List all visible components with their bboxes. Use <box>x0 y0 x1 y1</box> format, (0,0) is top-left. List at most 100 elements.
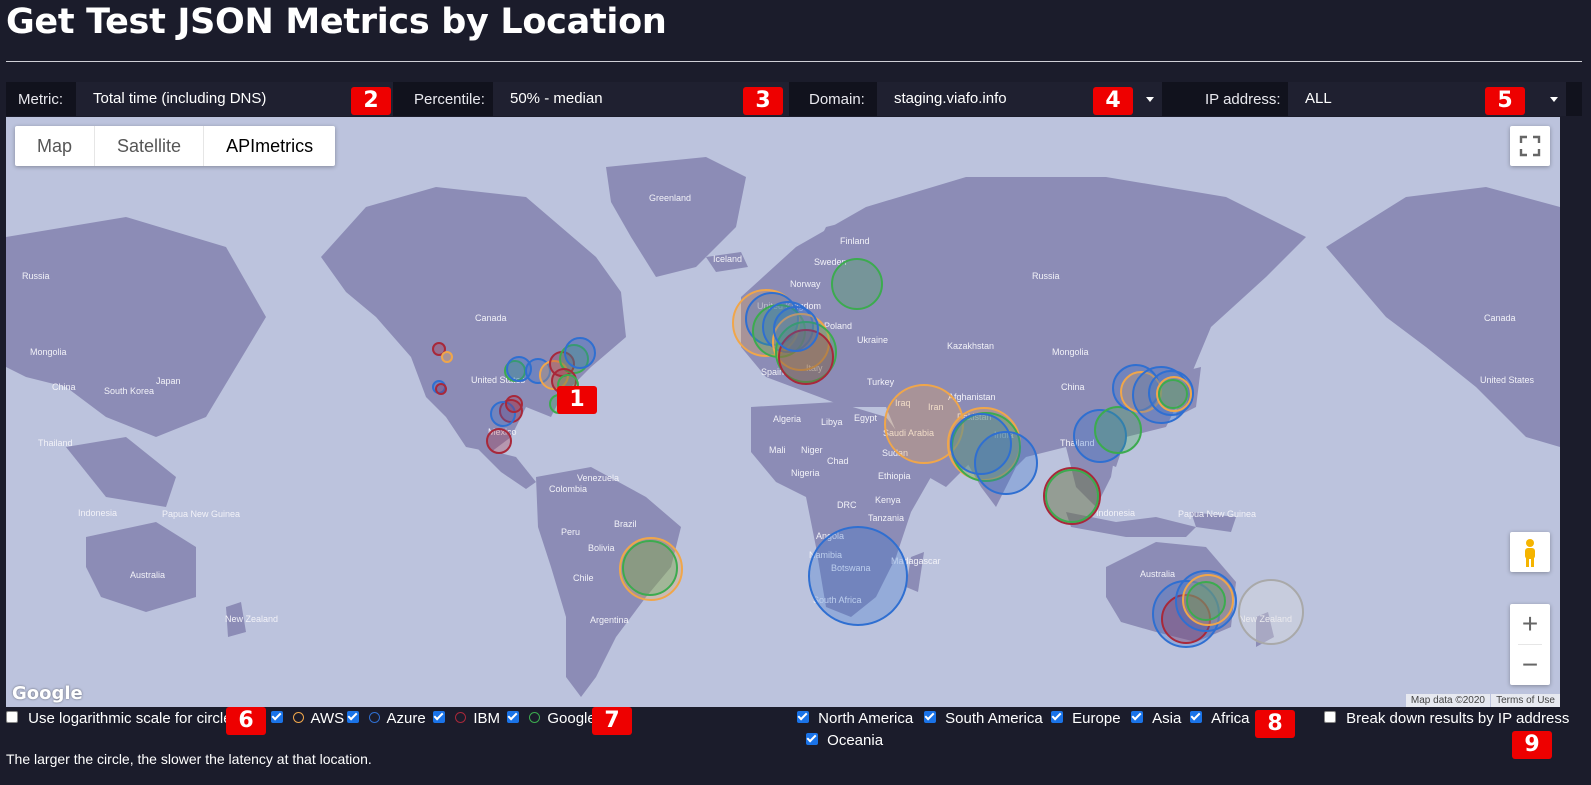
annotation-badge: 5 <box>1485 87 1525 115</box>
annotation-badge: 6 <box>226 707 266 735</box>
annotation-badge: 9 <box>1512 731 1552 759</box>
country-label: Australia <box>1140 569 1175 579</box>
aws-ring-icon <box>293 711 305 723</box>
region-north-america-label: North America <box>818 710 914 727</box>
pegman-icon <box>1525 539 1535 567</box>
provider-google-label: Google <box>547 710 596 727</box>
region-europe-label: Europe <box>1072 710 1121 727</box>
metric-select[interactable]: Total time (including DNS) <box>76 82 393 116</box>
country-label: Chile <box>573 573 594 583</box>
zoom-out-button[interactable]: − <box>1510 645 1550 685</box>
map-type-map[interactable]: Map <box>15 126 94 166</box>
latency-circle <box>808 526 908 626</box>
country-label: Colombia <box>549 484 587 494</box>
country-label: Brazil <box>614 519 637 529</box>
country-label: South Korea <box>104 386 154 396</box>
region-south-america-label: South America <box>945 710 1043 727</box>
ip-address-label: IP address: <box>1205 91 1281 108</box>
country-label: Ukraine <box>857 335 888 345</box>
land-central-america <box>476 447 536 489</box>
country-label: Australia <box>130 570 165 580</box>
region-africa-checkbox[interactable] <box>1190 711 1202 724</box>
country-label: DRC <box>837 500 857 510</box>
country-label: United States <box>1480 375 1535 385</box>
metric-label: Metric: <box>18 91 63 108</box>
country-label: Tanzania <box>868 513 904 523</box>
region-europe-checkbox[interactable] <box>1051 711 1063 724</box>
chevron-down-icon <box>1550 97 1558 102</box>
provider-aws-checkbox[interactable] <box>271 711 283 724</box>
filter-bar: Metric: Total time (including DNS) Perce… <box>6 82 1582 116</box>
google-ring-icon <box>529 711 541 723</box>
provider-azure-option: Azure <box>347 710 426 727</box>
country-label: Iceland <box>713 254 742 264</box>
fullscreen-button[interactable] <box>1510 126 1550 166</box>
log-scale-checkbox[interactable] <box>6 711 18 724</box>
google-logo: Google <box>12 683 83 704</box>
region-north-america-option: North America <box>797 710 913 727</box>
latency-circle <box>1186 581 1226 621</box>
country-label: Chad <box>827 456 849 466</box>
region-south-america-option: South America <box>924 710 1043 727</box>
land-north-america-right <box>1326 187 1560 447</box>
terms-link[interactable]: Terms of Use <box>1491 694 1560 707</box>
latency-circle <box>1158 379 1188 409</box>
region-asia-option: Asia <box>1131 710 1181 727</box>
country-label: Mali <box>769 445 786 455</box>
latency-circle <box>831 258 883 310</box>
country-label: Norway <box>790 279 821 289</box>
breakdown-ip-checkbox[interactable] <box>1324 711 1336 724</box>
country-label: Algeria <box>773 414 801 424</box>
country-label: Ethiopia <box>878 471 911 481</box>
provider-aws-label: AWS <box>310 710 345 727</box>
domain-value: staging.viafo.info <box>894 90 1007 107</box>
country-label: Thailand <box>38 438 73 448</box>
provider-google-checkbox[interactable] <box>507 711 519 724</box>
latency-circle <box>974 431 1038 495</box>
log-scale-label: Use logarithmic scale for circles <box>28 710 240 727</box>
annotation-badge: 4 <box>1093 87 1133 115</box>
region-oceania-checkbox[interactable] <box>806 733 818 746</box>
percentile-value: 50% - median <box>510 90 603 107</box>
country-label: Indonesia <box>78 508 117 518</box>
country-label: Turkey <box>867 377 895 387</box>
country-label: Papua New Guinea <box>1178 509 1256 519</box>
region-north-america-checkbox[interactable] <box>797 711 809 724</box>
latency-circle <box>441 351 453 363</box>
footnote: The larger the circle, the slower the la… <box>6 751 372 767</box>
azure-ring-icon <box>369 711 381 723</box>
country-label: Kenya <box>875 495 901 505</box>
ip-address-value: ALL <box>1305 90 1332 107</box>
provider-azure-checkbox[interactable] <box>347 711 359 724</box>
street-view-pegman[interactable] <box>1510 532 1550 572</box>
region-south-america-checkbox[interactable] <box>924 711 936 724</box>
provider-ibm-checkbox[interactable] <box>433 711 445 724</box>
map-type-control: Map Satellite APImetrics <box>15 126 336 166</box>
map-type-satellite[interactable]: Satellite <box>94 126 203 166</box>
fullscreen-icon <box>1519 135 1541 157</box>
country-label: China <box>1061 382 1085 392</box>
country-label: Nigeria <box>791 468 820 478</box>
latency-circle <box>564 337 596 369</box>
annotation-badge: 2 <box>351 87 391 115</box>
ibm-ring-icon <box>455 711 467 723</box>
map-type-apimetrics[interactable]: APImetrics <box>203 126 335 166</box>
country-label: Egypt <box>854 413 878 423</box>
provider-aws-option: AWS <box>271 710 344 727</box>
provider-google-option: Google <box>507 710 596 727</box>
annotation-badge: 3 <box>743 87 783 115</box>
region-asia-checkbox[interactable] <box>1131 711 1143 724</box>
country-label: Argentina <box>590 615 629 625</box>
title-divider <box>6 61 1582 62</box>
provider-ibm-option: IBM <box>433 710 500 727</box>
latency-circle <box>773 306 819 352</box>
country-label: Peru <box>561 527 580 537</box>
zoom-in-button[interactable]: + <box>1510 604 1550 644</box>
world-map: Greenland Iceland Finland Sweden Norway … <box>6 157 1560 697</box>
country-label: Indonesia <box>1096 508 1135 518</box>
latency-circle <box>1045 469 1099 523</box>
latency-circle <box>505 395 523 413</box>
region-africa-label: Africa <box>1211 710 1250 727</box>
map-canvas[interactable]: Greenland Iceland Finland Sweden Norway … <box>6 117 1560 707</box>
region-oceania-option: Oceania <box>806 732 883 749</box>
